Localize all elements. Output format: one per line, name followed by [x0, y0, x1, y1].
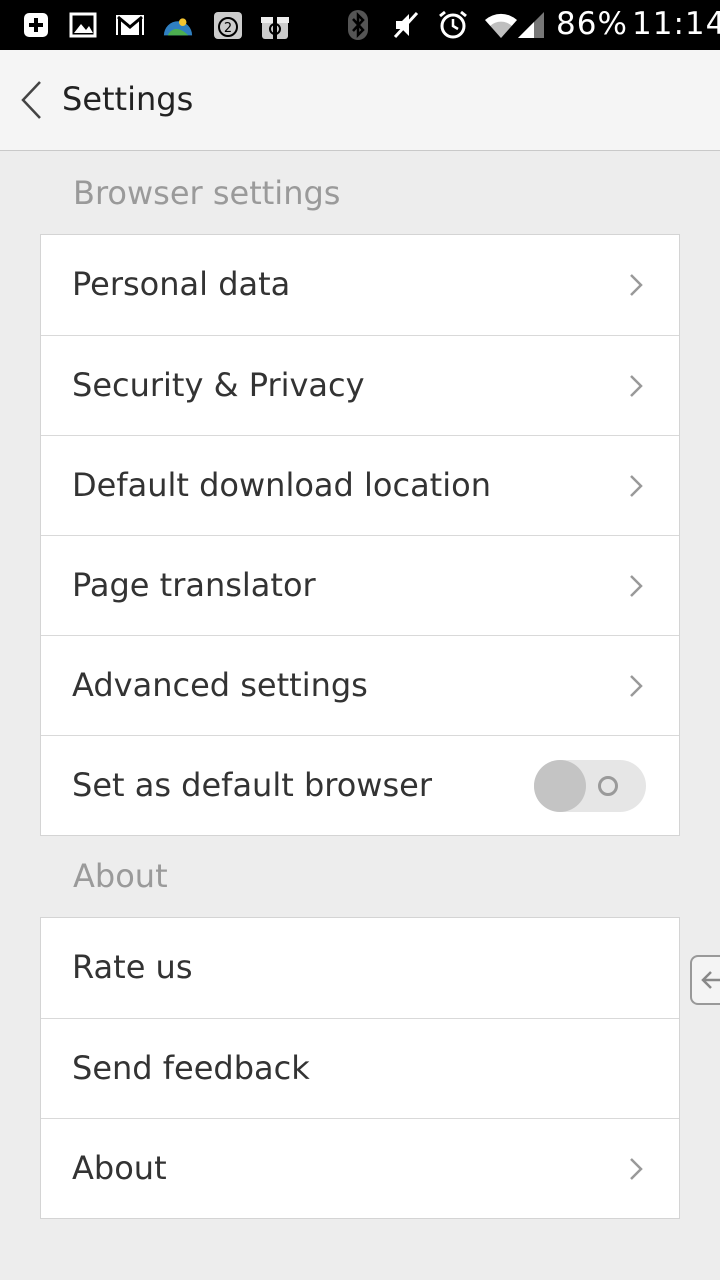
toggle-knob	[534, 760, 586, 812]
settings-item-label: Set as default browser	[72, 766, 432, 804]
toggle-off-indicator-icon	[598, 776, 618, 796]
bluetooth-icon	[342, 9, 374, 41]
settings-item-label: About	[72, 1149, 167, 1187]
browser-settings-group: Personal data Security & Privacy Default…	[40, 234, 680, 836]
settings-item-label: Personal data	[72, 265, 291, 303]
image-icon	[67, 9, 99, 41]
settings-item-label: Default download location	[72, 466, 491, 504]
settings-item-label: Send feedback	[72, 1049, 310, 1087]
alarm-icon	[437, 9, 469, 41]
mute-icon	[390, 9, 422, 41]
wifi-icon	[483, 9, 519, 41]
settings-item-rate-us[interactable]: Rate us	[41, 918, 679, 1018]
chevron-right-icon	[630, 575, 643, 597]
settings-item-personal-data[interactable]: Personal data	[41, 235, 679, 335]
settings-item-about[interactable]: About	[41, 1118, 679, 1218]
settings-item-send-feedback[interactable]: Send feedback	[41, 1018, 679, 1118]
default-browser-toggle[interactable]	[534, 760, 646, 812]
settings-item-label: Page translator	[72, 566, 316, 604]
back-arrow-icon	[21, 81, 41, 119]
section-header-about: About	[73, 857, 168, 895]
settings-item-label: Rate us	[72, 948, 193, 986]
status-time: 11:14	[632, 6, 720, 42]
arrow-left-icon	[701, 971, 720, 989]
floating-side-tab[interactable]	[690, 955, 720, 1005]
chevron-right-icon	[630, 675, 643, 697]
section-header-browser-settings: Browser settings	[73, 174, 341, 212]
weather-icon	[162, 9, 194, 41]
settings-item-label: Security & Privacy	[72, 366, 365, 404]
svg-text:2: 2	[224, 21, 232, 36]
gmail-icon	[114, 9, 146, 41]
chevron-right-icon	[630, 1158, 643, 1180]
battery-percent: 86%	[556, 6, 628, 42]
add-square-icon	[20, 9, 52, 41]
chevron-right-icon	[630, 375, 643, 397]
settings-item-page-translator[interactable]: Page translator	[41, 535, 679, 635]
calendar-badge-icon: 2	[212, 9, 244, 41]
status-bar: 2 86% 11:14	[0, 0, 720, 50]
app-bar: Settings	[0, 50, 720, 151]
chevron-right-icon	[630, 274, 643, 296]
gift-icon	[259, 9, 291, 41]
back-button[interactable]	[8, 72, 56, 128]
page-title: Settings	[62, 80, 194, 118]
settings-item-security-privacy[interactable]: Security & Privacy	[41, 335, 679, 435]
settings-item-default-download-location[interactable]: Default download location	[41, 435, 679, 535]
chevron-right-icon	[630, 475, 643, 497]
about-group: Rate us Send feedback About	[40, 917, 680, 1219]
settings-item-advanced-settings[interactable]: Advanced settings	[41, 635, 679, 735]
settings-item-label: Advanced settings	[72, 666, 368, 704]
settings-item-set-default-browser: Set as default browser	[41, 735, 679, 835]
signal-icon	[515, 9, 547, 41]
